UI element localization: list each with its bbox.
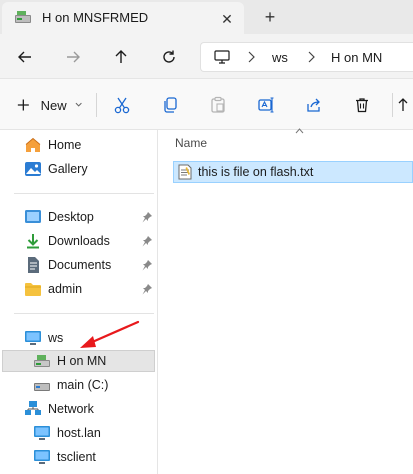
file-row[interactable]: this is file on flash.txt <box>173 161 413 183</box>
tab-h-on-mnsfrmed[interactable]: H on MNSFRMED ✕ <box>2 2 244 34</box>
cut-button[interactable] <box>108 91 136 119</box>
tab-title: H on MNSFRMED <box>42 10 149 25</box>
toolbar-divider <box>96 93 97 117</box>
up-button[interactable] <box>108 44 134 70</box>
chevron-right-icon <box>308 51 315 63</box>
sidebar-item-label: Gallery <box>48 162 88 176</box>
arrow-left-icon <box>18 51 31 63</box>
toolbar-divider <box>392 93 393 117</box>
delete-icon <box>356 98 368 113</box>
computer-icon <box>24 329 42 347</box>
sidebar-item-label: ws <box>48 331 64 345</box>
file-name: this is file on flash.txt <box>198 165 314 179</box>
sidebar-item-label: host.lan <box>57 426 101 440</box>
network-icon <box>24 400 42 418</box>
plus-icon <box>17 99 29 111</box>
sort-icon <box>398 98 408 111</box>
computer-icon <box>33 424 51 442</box>
sidebar-item-tsclient[interactable]: tsclient <box>33 446 96 468</box>
home-icon <box>24 136 42 154</box>
delete-button[interactable] <box>348 91 376 119</box>
sidebar-item-ws[interactable]: ws <box>24 327 63 349</box>
new-button-label: New <box>40 97 67 113</box>
sidebar-item-label: Network <box>48 402 94 416</box>
close-tab-button[interactable]: ✕ <box>216 8 238 30</box>
folder-icon <box>24 280 42 298</box>
sidebar-item-gallery[interactable]: Gallery <box>24 158 88 180</box>
forward-button[interactable] <box>60 44 86 70</box>
column-header-name[interactable]: Name <box>175 136 207 150</box>
arrow-right-icon <box>67 51 80 63</box>
copy-icon <box>164 97 177 113</box>
pin-icon[interactable] <box>141 283 153 295</box>
pin-icon[interactable] <box>141 211 153 223</box>
sidebar-divider <box>14 193 154 194</box>
address-bar[interactable]: ws H on MN <box>200 42 413 72</box>
network-drive-icon <box>33 352 51 370</box>
text-file-icon <box>178 164 192 180</box>
chevron-down-icon <box>75 102 82 107</box>
sidebar-item-label: main (C:) <box>57 378 109 392</box>
computer-icon <box>33 448 51 466</box>
breadcrumb-ws[interactable]: ws <box>272 50 288 65</box>
documents-icon <box>24 256 42 274</box>
navigation-bar: ws H on MN <box>0 34 413 78</box>
back-button[interactable] <box>12 44 38 70</box>
sidebar-item-label: Home <box>48 138 82 152</box>
network-drive-icon <box>15 11 31 23</box>
refresh-icon <box>163 50 175 63</box>
share-icon <box>307 98 320 112</box>
share-button[interactable] <box>300 91 328 119</box>
computer-icon <box>214 50 230 64</box>
sidebar-item-desktop[interactable]: Desktop <box>24 206 94 228</box>
sidebar-item-label: H on MN <box>57 354 107 368</box>
cut-icon <box>114 97 130 114</box>
sidebar-item-label: Desktop <box>48 210 94 224</box>
command-bar: New <box>0 78 413 130</box>
sidebar-item-label: Documents <box>48 258 112 272</box>
breadcrumb-h-on-mn[interactable]: H on MN <box>331 50 382 65</box>
sidebar-item-downloads[interactable]: Downloads <box>24 230 110 252</box>
desktop-folder-icon <box>24 208 42 226</box>
sidebar-item-h-on-mn[interactable]: H on MN <box>33 350 106 372</box>
pin-icon[interactable] <box>141 259 153 271</box>
arrow-up-icon <box>115 50 127 63</box>
sort-ascending-icon <box>295 128 304 134</box>
gallery-icon <box>24 160 42 178</box>
sort-button[interactable] <box>398 91 413 119</box>
pin-icon[interactable] <box>141 235 153 247</box>
sidebar-item-documents[interactable]: Documents <box>24 254 111 276</box>
refresh-button[interactable] <box>156 44 182 70</box>
downloads-icon <box>24 232 42 250</box>
copy-button[interactable] <box>156 91 184 119</box>
sidebar-item-host-lan[interactable]: host.lan <box>33 422 101 444</box>
new-button[interactable]: New <box>10 91 82 119</box>
chevron-right-icon <box>248 51 255 63</box>
rename-icon <box>258 97 274 113</box>
paste-icon <box>211 96 225 113</box>
sidebar-item-admin[interactable]: admin <box>24 278 82 300</box>
sidebar-divider <box>14 313 154 314</box>
rename-button[interactable] <box>252 91 280 119</box>
sidebar-item-label: admin <box>48 282 83 296</box>
new-tab-button[interactable]: + <box>258 5 282 29</box>
sidebar-item-label: Downloads <box>48 234 110 248</box>
tab-strip: H on MNSFRMED ✕ + <box>0 0 413 34</box>
drive-icon <box>33 376 51 394</box>
paste-button[interactable] <box>204 91 232 119</box>
sidebar-item-network[interactable]: Network <box>24 398 94 420</box>
sidebar-item-main-c[interactable]: main (C:) <box>33 374 108 396</box>
sidebar-item-label: tsclient <box>57 450 96 464</box>
sidebar-item-home[interactable]: Home <box>24 134 81 156</box>
